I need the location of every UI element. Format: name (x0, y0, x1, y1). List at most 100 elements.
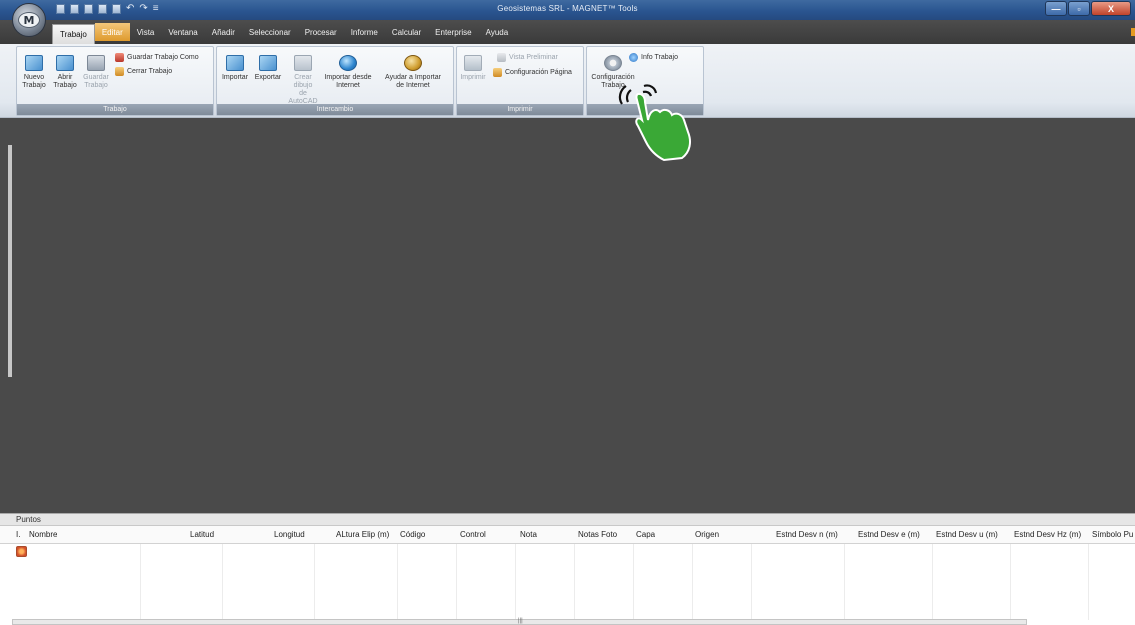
col-nombre[interactable]: Nombre (29, 526, 57, 544)
grid-divider (574, 544, 575, 620)
hand-shape (635, 92, 691, 162)
tab-enterprise[interactable]: Enterprise (428, 23, 478, 41)
autocad-drawing-icon (294, 55, 312, 71)
col-origen[interactable]: Origen (695, 526, 719, 544)
open-folder-icon (56, 55, 74, 71)
col-latitud[interactable]: Latitud (190, 526, 214, 544)
horizontal-scrollbar[interactable]: ||| (12, 618, 1027, 625)
minimize-button[interactable]: — (1045, 1, 1067, 16)
ribbon: Nuevo Trabajo Abrir Trabajo Guardar Trab… (0, 44, 1135, 118)
window-controls: — ▫ X (1045, 1, 1131, 16)
help-import-globe-icon (404, 55, 422, 71)
info-trabajo-button[interactable]: Info Trabajo (629, 53, 678, 62)
page-setup-icon (493, 68, 502, 77)
tab-vista[interactable]: Vista (130, 23, 162, 41)
col-nota[interactable]: Nota (520, 526, 537, 544)
map-workspace[interactable] (0, 118, 1135, 513)
importar-desde-internet-button[interactable]: Importar desde Internet (323, 55, 373, 90)
col-longitud[interactable]: Longitud (274, 526, 305, 544)
save-as-icon (115, 53, 124, 62)
points-grid-body[interactable] (0, 544, 1135, 620)
grid-divider (222, 544, 223, 620)
app-logo: M (18, 12, 40, 28)
group-trabajo: Nuevo Trabajo Abrir Trabajo Guardar Trab… (16, 46, 214, 116)
col-control[interactable]: Control (460, 526, 486, 544)
col-desv-e[interactable]: Estnd Desv e (m) (858, 526, 920, 544)
col-index[interactable]: I. (16, 526, 20, 544)
vista-preliminar-button[interactable]: Vista Preliminar (497, 53, 558, 62)
maximize-button[interactable]: ▫ (1068, 1, 1090, 16)
tab-ayuda[interactable]: Ayuda (479, 23, 516, 41)
import-icon (226, 55, 244, 71)
tap-wave-icon (618, 85, 627, 105)
crear-dibujo-autocad-button[interactable]: Crear dibujo de AutoCAD (285, 55, 321, 106)
nuevo-trabajo-button[interactable]: Nuevo Trabajo (19, 55, 49, 90)
col-desv-hz[interactable]: Estnd Desv Hz (m) (1014, 526, 1081, 544)
tab-calcular[interactable]: Calcular (385, 23, 428, 41)
title-bar: ↶ ↷ ≡ Geosistemas SRL - MAGNET™ Tools — … (0, 0, 1135, 20)
panel-title: Puntos (0, 513, 1135, 526)
grid-divider (932, 544, 933, 620)
group-label-trabajo: Trabajo (17, 104, 213, 115)
tab-seleccionar[interactable]: Seleccionar (242, 23, 298, 41)
col-simbolo[interactable]: Símbolo Pu (1092, 526, 1135, 544)
group-intercambio: Importar Exportar Crear dibujo de AutoCA… (216, 46, 454, 116)
col-desv-n[interactable]: Estnd Desv n (m) (776, 526, 838, 544)
grid-divider (1088, 544, 1089, 620)
ayudar-importar-internet-button[interactable]: Ayudar a Importar de Internet (377, 55, 449, 90)
help-indicator-icon (1131, 28, 1135, 36)
printer-icon (464, 55, 482, 71)
export-icon (259, 55, 277, 71)
col-desv-u[interactable]: Estnd Desv u (m) (936, 526, 998, 544)
scroll-grip: ||| (518, 618, 523, 624)
grid-divider (397, 544, 398, 620)
tab-procesar[interactable]: Procesar (298, 23, 344, 41)
grid-divider (515, 544, 516, 620)
grid-divider (140, 544, 141, 620)
tap-wave-icon (625, 89, 632, 103)
grid-divider (633, 544, 634, 620)
cerrar-trabajo-button[interactable]: Cerrar Trabajo (115, 67, 172, 76)
grid-divider (844, 544, 845, 620)
tab-informe[interactable]: Informe (344, 23, 385, 41)
tap-wave-icon (642, 90, 653, 97)
print-preview-icon (497, 53, 506, 62)
group-label-intercambio: Intercambio (217, 104, 453, 115)
new-folder-icon (25, 55, 43, 71)
close-job-icon (115, 67, 124, 76)
close-button[interactable]: X (1091, 1, 1131, 16)
application-menu-button[interactable]: M (12, 3, 46, 37)
exportar-button[interactable]: Exportar (252, 55, 284, 82)
grid-divider (751, 544, 752, 620)
gear-icon (604, 55, 622, 71)
save-icon (87, 55, 105, 71)
new-point-row-icon[interactable] (16, 546, 27, 557)
group-imprimir: Imprimir Vista Preliminar Configuración … (456, 46, 584, 116)
tab-trabajo[interactable]: Trabajo (52, 24, 95, 44)
internet-globe-icon (339, 55, 357, 71)
points-grid-header: I. Nombre Latitud Longitud ALtura Elip (… (0, 526, 1135, 544)
col-altura-elip[interactable]: ALtura Elip (m) (336, 526, 389, 544)
guardar-trabajo-button[interactable]: Guardar Trabajo (81, 55, 111, 90)
tab-ventana[interactable]: Ventana (161, 23, 204, 41)
grid-divider (314, 544, 315, 620)
tab-editar[interactable]: Editar (94, 23, 130, 41)
configuracion-pagina-button[interactable]: Configuración Página (493, 68, 572, 77)
left-splitter[interactable] (8, 145, 12, 377)
info-icon (629, 53, 638, 62)
grid-divider (456, 544, 457, 620)
col-notas-foto[interactable]: Notas Foto (578, 526, 617, 544)
col-capa[interactable]: Capa (636, 526, 655, 544)
grid-divider (692, 544, 693, 620)
grid-divider (1010, 544, 1011, 620)
imprimir-button[interactable]: Imprimir (459, 55, 487, 82)
ribbon-tabs: Trabajo Editar Vista Ventana Añadir Sele… (0, 20, 1135, 44)
pointer-hand-icon (618, 84, 691, 162)
guardar-como-button[interactable]: Guardar Trabajo Como (115, 53, 199, 62)
group-label-imprimir: Imprimir (457, 104, 583, 115)
importar-button[interactable]: Importar (219, 55, 251, 82)
col-codigo[interactable]: Código (400, 526, 425, 544)
tab-anadir[interactable]: Añadir (205, 23, 242, 41)
window-title: Geosistemas SRL - MAGNET™ Tools (497, 4, 638, 13)
abrir-trabajo-button[interactable]: Abrir Trabajo (51, 55, 79, 90)
